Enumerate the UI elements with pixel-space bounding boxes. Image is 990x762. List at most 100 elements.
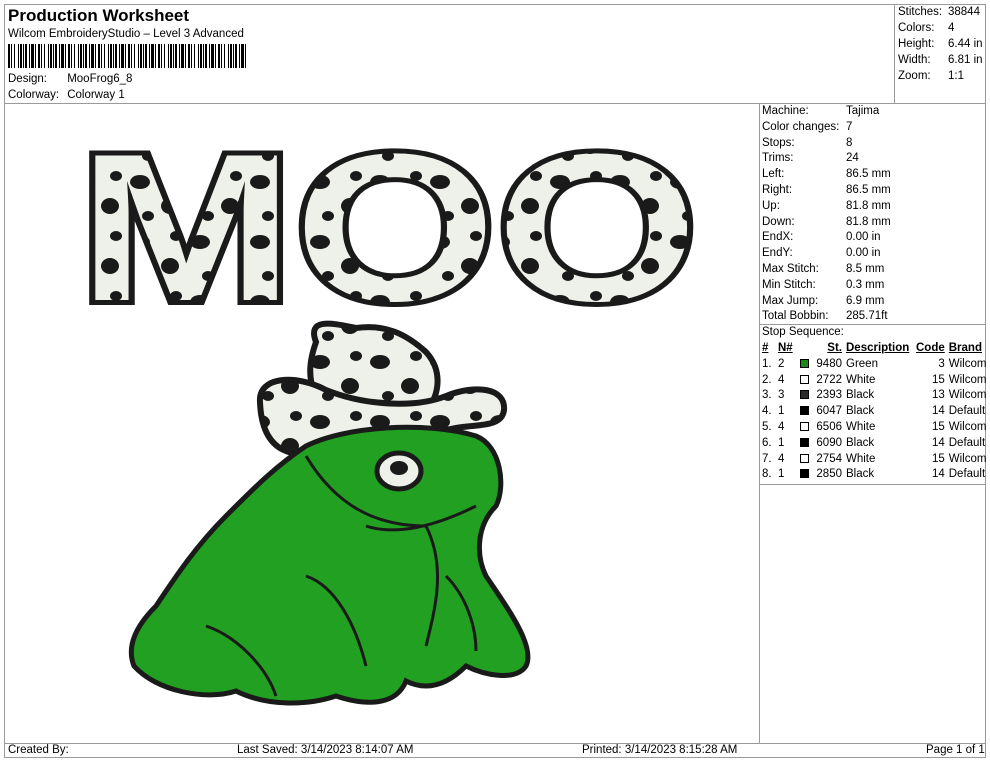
summary-value: 4 xyxy=(948,22,955,34)
machine-row: Max Stitch: 8.5 mm xyxy=(762,262,986,278)
table-row: 8. 1 2850 Black 14 Default xyxy=(760,467,988,483)
machine-label: EndX: xyxy=(762,231,794,244)
color-code: 15 xyxy=(931,420,945,433)
machine-row: Color changes: 7 xyxy=(762,120,986,136)
brand-name: Wilcom xyxy=(948,389,987,402)
page-title: Production Worksheet xyxy=(8,6,190,25)
stitch-count: 2754 xyxy=(816,452,842,465)
needle-number: 4 xyxy=(778,452,785,465)
needle-cell: 4 xyxy=(776,373,814,389)
machine-value: 0.00 in xyxy=(846,247,881,260)
machine-row: Up: 81.8 mm xyxy=(762,199,986,215)
machine-value: 8.5 mm xyxy=(846,262,885,275)
color-swatch xyxy=(799,469,809,479)
machine-value: 0.00 in xyxy=(846,231,881,244)
brand-name: Default xyxy=(948,468,986,481)
needle-cell: 4 xyxy=(776,452,814,468)
brand-name: Wilcom xyxy=(948,420,987,433)
stitch-count: 2722 xyxy=(816,373,842,386)
color-code: 13 xyxy=(931,389,945,402)
color-description: White xyxy=(846,373,876,386)
design-preview: MOO xyxy=(6,105,758,742)
machine-label: EndY: xyxy=(762,247,793,260)
color-code: 14 xyxy=(931,405,945,418)
color-swatch xyxy=(799,453,809,463)
row-number: 6. xyxy=(762,436,772,449)
moo-lettering: MOO xyxy=(73,105,703,350)
table-row: 3. 3 2393 Black 13 Wilcom xyxy=(760,388,988,404)
table-row: 4. 1 6047 Black 14 Default xyxy=(760,404,988,420)
col-header-stitches: St. xyxy=(827,342,842,354)
machine-row: Down: 81.8 mm xyxy=(762,215,986,231)
color-description: White xyxy=(846,420,876,433)
needle-number: 2 xyxy=(778,357,785,370)
machine-value: 7 xyxy=(846,120,853,133)
colorway-row: Colorway: Colorway 1 xyxy=(8,89,125,101)
row-number: 2. xyxy=(762,373,772,386)
summary-value: 1:1 xyxy=(948,70,964,82)
design-row: Design: MooFrog6_8 xyxy=(8,73,132,85)
machine-label: Up: xyxy=(762,199,780,212)
barcode xyxy=(8,44,253,68)
needle-number: 3 xyxy=(778,389,785,402)
design-label: Design: xyxy=(8,73,47,85)
needle-cell: 3 xyxy=(776,388,814,404)
stop-sequence-table: # N# St. Description Code Brand 1. 2 9480… xyxy=(760,341,988,483)
needle-number: 4 xyxy=(778,373,785,386)
machine-value: 24 xyxy=(846,152,859,165)
color-swatch xyxy=(799,421,809,431)
machine-label: Max Stitch: xyxy=(762,262,819,275)
machine-row: Trims: 24 xyxy=(762,151,986,167)
needle-cell: 1 xyxy=(776,467,814,483)
machine-label: Max Jump: xyxy=(762,294,819,307)
table-end-divider xyxy=(759,484,986,485)
color-description: Black xyxy=(846,405,875,418)
machine-row: EndY: 0.00 in xyxy=(762,246,986,262)
machine-row: Stops: 8 xyxy=(762,136,986,152)
stitch-count: 6090 xyxy=(816,436,842,449)
color-description: Green xyxy=(846,357,878,370)
stitch-count: 6047 xyxy=(816,405,842,418)
color-description: Black xyxy=(846,436,875,449)
stitch-count: 9480 xyxy=(816,357,842,370)
needle-cell: 4 xyxy=(776,420,814,436)
color-code: 3 xyxy=(938,357,945,370)
color-swatch xyxy=(799,406,809,416)
machine-row: EndX: 0.00 in xyxy=(762,230,986,246)
col-header-brand: Brand xyxy=(948,342,982,354)
needle-number: 1 xyxy=(778,468,785,481)
machine-label: Stops: xyxy=(762,136,795,149)
frog xyxy=(128,424,531,706)
footer-divider xyxy=(4,743,986,744)
color-swatch xyxy=(799,374,809,384)
machine-value: 0.3 mm xyxy=(846,278,885,291)
color-code: 14 xyxy=(931,468,945,481)
machine-value: 81.8 mm xyxy=(846,199,891,212)
machine-label: Right: xyxy=(762,183,793,196)
summary-label: Stitches: xyxy=(898,6,943,18)
row-number: 3. xyxy=(762,389,772,402)
stitch-count: 6506 xyxy=(816,420,842,433)
col-header-description: Description xyxy=(846,342,910,354)
machine-panel: Machine: Tajima Color changes: 7 Stops: 8 T… xyxy=(762,104,986,325)
col-header-num: # xyxy=(762,342,769,354)
summary-row: Stitches: 38844 xyxy=(898,4,986,20)
summary-row: Zoom: 1:1 xyxy=(898,68,986,84)
needle-cell: 1 xyxy=(776,404,814,420)
software-name: Wilcom EmbroideryStudio – Level 3 Advanc… xyxy=(8,28,244,40)
colorway-value: Colorway 1 xyxy=(67,89,125,101)
summary-label: Width: xyxy=(898,54,931,66)
color-code: 14 xyxy=(931,436,945,449)
machine-row: Min Stitch: 0.3 mm xyxy=(762,278,986,294)
machine-value: 86.5 mm xyxy=(846,183,891,196)
machine-value: 86.5 mm xyxy=(846,168,891,181)
machine-label: Total Bobbin: xyxy=(762,310,829,323)
needle-cell: 2 xyxy=(776,357,814,373)
machine-label: Trims: xyxy=(762,152,794,165)
col-header-code: Code xyxy=(916,342,945,354)
needle-cell: 1 xyxy=(776,436,814,452)
machine-row: Left: 86.5 mm xyxy=(762,167,986,183)
page-number: Page 1 of 1 xyxy=(926,744,985,756)
machine-row: Total Bobbin: 285.71ft xyxy=(762,309,986,325)
machine-value: 6.9 mm xyxy=(846,294,885,307)
